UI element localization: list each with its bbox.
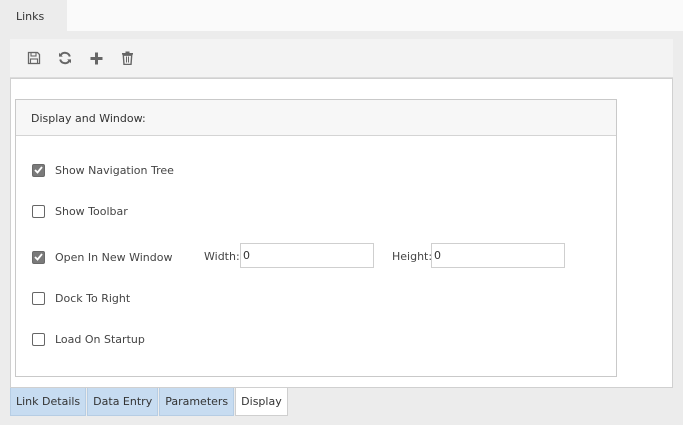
height-field[interactable]: 0 [431,243,565,268]
show-navigation-tree-checkbox[interactable] [32,163,45,177]
bottom-tabstrip: Link Details Data Entry Parameters Displ… [10,388,289,416]
save-icon [27,51,41,65]
option-show-navigation-tree[interactable]: Show Navigation Tree [32,162,174,178]
option-show-toolbar[interactable]: Show Toolbar [32,203,128,219]
tab-parameters[interactable]: Parameters [159,388,235,416]
option-label: Open In New Window [55,250,173,264]
tab-data-entry[interactable]: Data Entry [87,388,159,416]
dock-to-right-checkbox[interactable] [32,291,45,305]
option-dock-to-right[interactable]: Dock To Right [32,290,130,306]
top-tabstrip: Links [0,0,683,31]
checkmark-icon [34,253,43,261]
option-label: Show Toolbar [55,204,128,218]
delete-button[interactable] [119,50,135,66]
panel-title: Display and Window: [16,100,616,136]
tab-links-label: Links [16,10,45,23]
option-label: Load On Startup [55,332,145,346]
option-label: Dock To Right [55,291,131,305]
delete-icon [121,51,133,65]
option-label: Show Navigation Tree [55,163,174,177]
tab-display[interactable]: Display [235,388,288,416]
width-field[interactable]: 0 [240,243,374,268]
tab-link-details[interactable]: Link Details [10,388,87,416]
option-open-in-new-window[interactable]: Open In New Window [32,249,172,265]
refresh-button[interactable] [57,50,73,66]
save-button[interactable] [26,50,42,66]
add-button[interactable] [88,50,104,66]
display-window-panel: Display and Window: Show Navigation Tree… [15,99,617,377]
refresh-icon [59,51,71,65]
open-in-new-window-checkbox[interactable] [32,250,45,264]
show-toolbar-checkbox[interactable] [32,204,45,218]
toolbar [10,39,673,78]
option-load-on-startup[interactable]: Load On Startup [32,331,145,347]
load-on-startup-checkbox[interactable] [32,332,45,346]
height-label: Height: [392,250,433,263]
add-icon [90,52,102,64]
width-label: Width: [204,250,240,263]
checkmark-icon [34,166,43,174]
tab-links[interactable]: Links [0,0,67,31]
